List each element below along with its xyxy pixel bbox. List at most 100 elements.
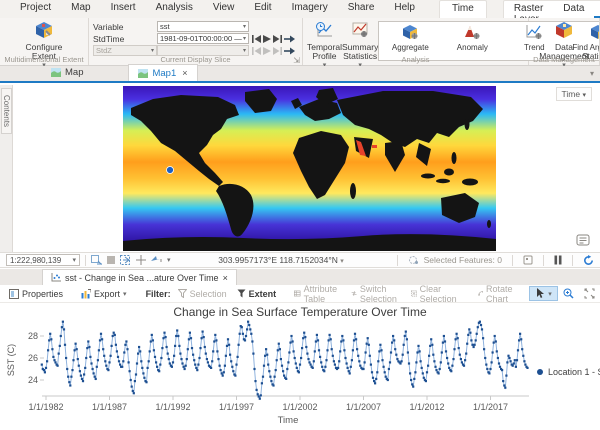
view-tab-map-label: Map [65,67,83,78]
dialog-launcher-icon[interactable]: ⇲ [293,56,300,65]
rotate-chart-button[interactable]: Rotate Chart [473,283,522,305]
location-1-marker[interactable] [167,167,174,174]
coordinates-readout[interactable]: 303.9957173°E 118.7152034°N ▾ [171,255,392,265]
data-point [464,359,466,361]
layout-tool-icon[interactable] [523,255,533,265]
next-slice-button[interactable] [284,35,295,43]
step-forward-button[interactable] [273,35,282,43]
sst-raster-map[interactable] [123,86,496,251]
tab-project[interactable]: Project [10,0,61,18]
chart-properties-button[interactable]: Properties [4,288,68,300]
clear-selection-button[interactable]: Clear Selection [406,283,465,305]
map-view[interactable]: Contents [0,85,600,252]
tab-analysis[interactable]: Analysis [146,0,203,18]
grid-icon[interactable] [106,255,116,265]
scale-caret-icon: ▾ [72,256,76,264]
data-point [184,368,186,370]
view-tab-map1[interactable]: Map1 × [128,64,197,81]
filter-selection-button[interactable]: Selection [173,288,232,300]
chart-panel-tab[interactable]: sst - Change in Sea ...ature Over Time × [42,269,237,285]
data-point [301,347,303,349]
data-point [517,349,519,351]
data-point [298,371,300,373]
data-point [341,335,343,337]
z-play-button[interactable] [263,47,271,55]
tab-multidimensional[interactable]: Multidimensional [594,1,600,18]
data-point [433,360,435,362]
variable-dropdown[interactable]: sst▾ [157,21,249,32]
stdtime-dropdown[interactable]: 1981-09-01T00:00:00 —▾ [157,33,249,44]
tab-raster-layer[interactable]: Raster Layer [504,1,553,18]
data-point [153,349,155,351]
data-point [43,369,45,371]
snapping-icon[interactable] [120,255,132,265]
data-point [204,346,206,348]
z-next-slice-button[interactable] [284,47,295,55]
tab-overflow-chevron-icon[interactable]: ▾ [590,69,594,78]
filter-extent-button[interactable]: Extent [232,288,282,300]
crosshair-icon[interactable] [136,255,146,265]
map-tab-icon [51,68,61,77]
data-point [189,332,191,334]
tab-data[interactable]: Data [553,1,594,18]
data-point [366,343,368,345]
data-point [348,370,350,372]
data-point [181,362,183,364]
data-point [372,377,374,379]
z-step-forward-button[interactable] [273,47,282,55]
attribute-table-button[interactable]: Attribute Table [289,283,346,305]
z-step-back-button[interactable] [252,47,261,55]
data-point [48,339,50,341]
chart-tab-close-icon[interactable]: × [223,273,228,283]
x-tick-label: 1/1/2007 [346,402,381,412]
data-point [479,321,481,323]
tab-share[interactable]: Share [338,0,385,18]
chart-zoom-tool-button[interactable] [558,287,579,300]
y-tick-label: 26 [28,353,38,363]
scale-input[interactable]: 1:222,980,139 ▾ [6,254,80,266]
pause-drawing-icon[interactable] [554,255,562,265]
attribute-table-label: Attribute Table [304,284,341,304]
data-point [247,321,249,323]
configure-extent-icon [34,21,54,42]
catalog-flyout-icon[interactable] [576,234,590,246]
data-point [505,375,507,377]
data-point [417,345,419,347]
play-button[interactable] [263,35,271,43]
coordinates-value: 303.9957173°E 118.7152034°N [218,255,338,265]
contents-pane-tab[interactable]: Contents [1,88,12,134]
chart-export-button[interactable]: Export ▾ [76,288,132,300]
pan-tool-icon[interactable] [150,255,163,265]
data-point [516,359,518,361]
map-time-button[interactable]: Time ▾ [556,87,592,101]
chart-select-tool-button[interactable]: ▾ [529,286,558,301]
chart-view[interactable]: Change in Sea Surface Temperature Over T… [0,303,600,430]
tab-time[interactable]: Time [439,0,487,18]
data-point [59,345,61,347]
tab-help[interactable]: Help [384,0,425,18]
data-point [128,361,130,363]
data-point [163,332,165,334]
refresh-icon[interactable] [583,255,594,266]
data-point [515,366,517,368]
select-features-icon[interactable] [91,255,102,265]
data-point [202,331,204,333]
data-point [455,338,457,340]
data-point [266,354,268,356]
tab-edit[interactable]: Edit [244,0,281,18]
data-point [300,357,302,359]
view-tab-map[interactable]: Map [42,64,92,81]
tab-insert[interactable]: Insert [101,0,146,18]
data-point [369,355,371,357]
data-point [162,337,164,339]
tab-map[interactable]: Map [61,0,100,18]
data-point [416,351,418,353]
switch-selection-button[interactable]: Switch Selection [346,283,406,305]
step-back-button[interactable] [252,35,261,43]
close-tab-icon[interactable]: × [182,68,187,78]
tab-view[interactable]: View [203,0,245,18]
data-point [276,359,278,361]
data-point [498,362,500,364]
tab-imagery[interactable]: Imagery [282,0,338,18]
chart-full-extent-button[interactable] [579,287,600,300]
